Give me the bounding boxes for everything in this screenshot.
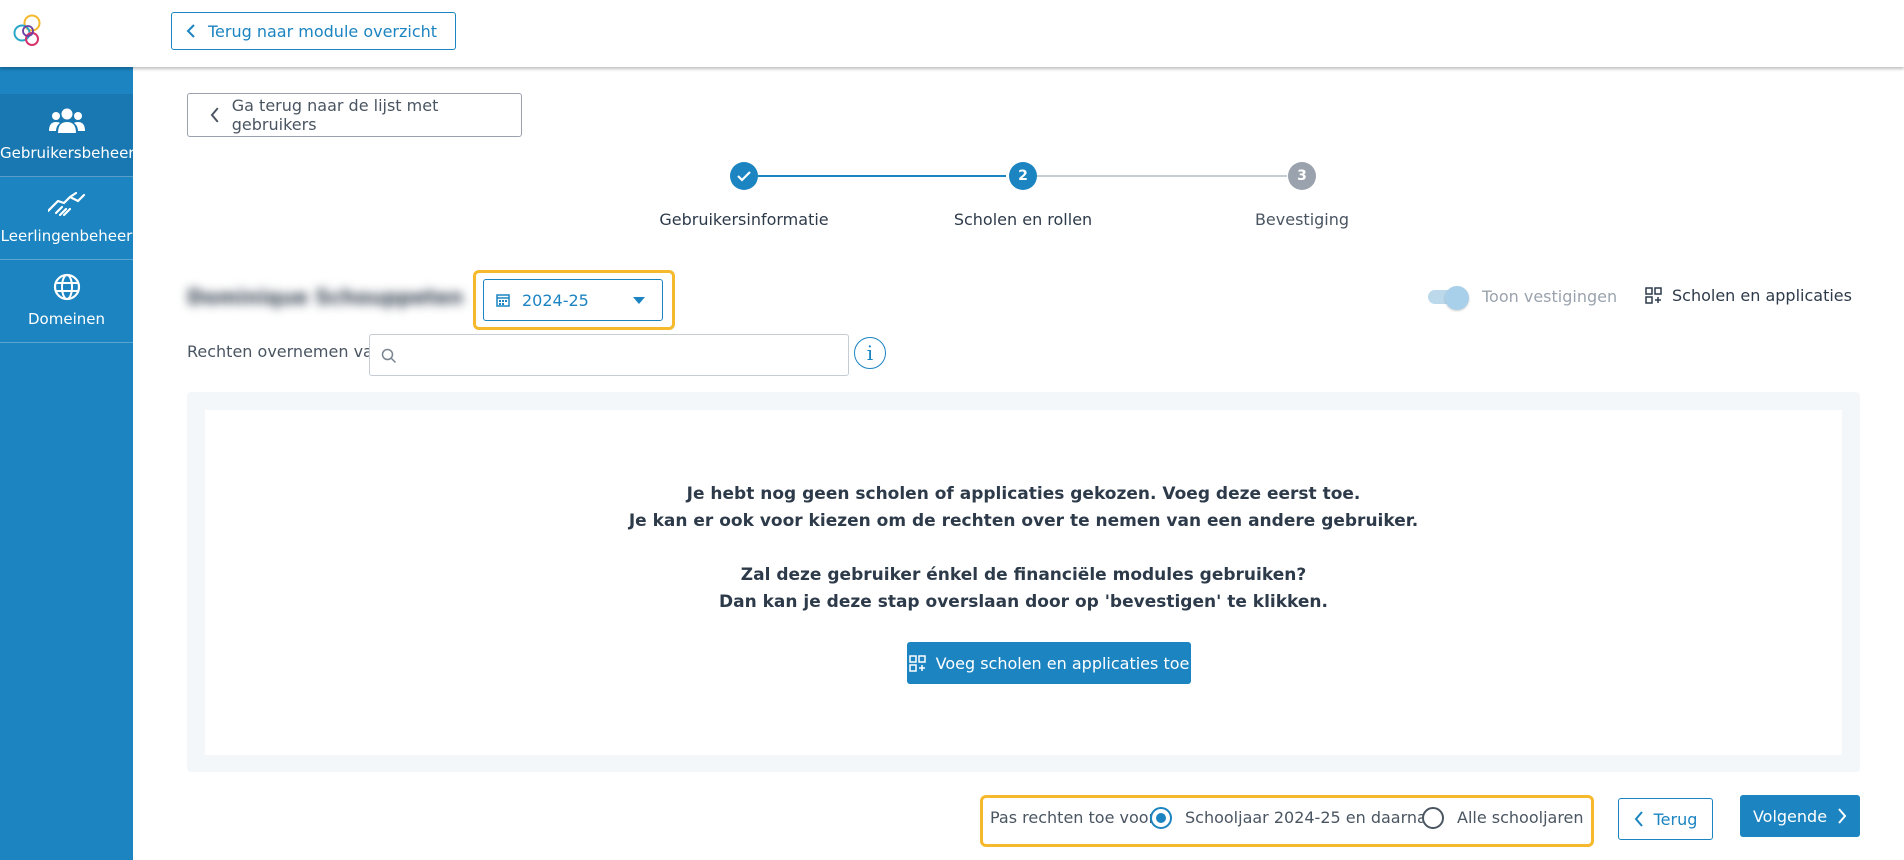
app-logo[interactable]	[10, 13, 46, 49]
step-1-indicator	[730, 162, 758, 190]
apply-rights-label: Pas rechten toe voor	[990, 808, 1156, 827]
schools-apps-link-label: Scholen en applicaties	[1672, 286, 1852, 305]
empty-message-line-3: Zal deze gebruiker énkel de financiële m…	[740, 565, 1307, 585]
step-connector-pending	[1037, 175, 1287, 177]
rights-from-search-input[interactable]	[406, 335, 836, 375]
chevron-right-icon	[1838, 808, 1847, 824]
chevron-left-icon	[1634, 811, 1643, 827]
add-schools-apps-label: Voeg scholen en applicaties toe	[935, 653, 1190, 673]
empty-message-line-1: Je hebt nog geen scholen of applicaties …	[686, 484, 1361, 504]
step-3-label: Bevestiging	[1254, 210, 1350, 229]
rights-from-search[interactable]	[369, 334, 849, 376]
step-2-label: Scholen en rollen	[953, 210, 1093, 229]
check-icon	[737, 171, 751, 182]
radio-current-year-label[interactable]: Schooljaar 2024-25 en daarna	[1185, 808, 1427, 827]
step-connector-done	[758, 175, 1006, 177]
back-to-module-button[interactable]: Terug naar module overzicht	[171, 12, 457, 50]
sidebar: Gebruikersbeheer Leerlingenbeheer Domein…	[0, 67, 135, 860]
chevron-left-icon	[186, 24, 195, 38]
show-branches-toggle[interactable]	[1428, 286, 1470, 310]
sidebar-item-leerlingenbeheer[interactable]: Leerlingenbeheer	[0, 177, 133, 260]
sidebar-item-label: Gebruikersbeheer	[0, 144, 135, 162]
info-button[interactable]: i	[854, 337, 886, 369]
handshake-icon	[47, 191, 85, 217]
sidebar-item-label: Domeinen	[28, 310, 105, 328]
search-icon	[381, 348, 397, 364]
caret-down-icon	[633, 297, 645, 304]
schools-apps-link[interactable]: Scholen en applicaties	[1645, 286, 1852, 305]
back-button-label: Terug	[1653, 809, 1698, 829]
grid-add-icon	[908, 654, 926, 672]
chevron-left-icon	[210, 107, 219, 123]
next-button-label: Volgende	[1752, 806, 1828, 826]
info-icon: i	[866, 341, 874, 365]
grid-add-icon	[1645, 287, 1662, 304]
sidebar-item-gebruikersbeheer[interactable]: Gebruikersbeheer	[0, 94, 135, 177]
back-to-user-list-label: Ga terug naar de lijst met gebruikers	[231, 96, 439, 134]
radio-all-years-label[interactable]: Alle schooljaren	[1457, 808, 1584, 827]
back-to-module-label: Terug naar module overzicht	[208, 21, 438, 41]
radio-current-year[interactable]	[1150, 807, 1172, 829]
sidebar-item-label: Leerlingenbeheer	[0, 227, 133, 245]
empty-message-line-2: Je kan er ook voor kiezen om de rechten …	[628, 511, 1419, 531]
back-button[interactable]: Terug	[1618, 798, 1713, 840]
toggle-knob	[1445, 286, 1469, 310]
step-1-label: Gebruikersinformatie	[659, 210, 829, 229]
radio-all-years[interactable]	[1422, 807, 1444, 829]
step-2-indicator: 2	[1009, 162, 1037, 190]
empty-message-line-4: Dan kan je deze stap overslaan door op '…	[719, 592, 1328, 612]
users-icon	[48, 108, 85, 133]
school-year-value: 2024-25	[522, 290, 589, 310]
user-name: Dominique Schouppeten	[187, 285, 464, 309]
calendar-icon	[496, 294, 510, 307]
top-bar: Terug naar module overzicht	[0, 0, 1904, 67]
sidebar-item-domeinen[interactable]: Domeinen	[0, 260, 133, 343]
next-button[interactable]: Volgende	[1740, 795, 1860, 837]
back-to-user-list-button[interactable]: Ga terug naar de lijst met gebruikers	[187, 93, 522, 137]
add-schools-apps-button[interactable]: Voeg scholen en applicaties toe	[907, 642, 1191, 684]
step-3-indicator: 3	[1288, 162, 1316, 190]
globe-icon	[53, 273, 80, 301]
rights-from-label: Rechten overnemen van	[187, 342, 383, 361]
school-year-select[interactable]: 2024-25	[483, 279, 663, 321]
show-branches-label: Toon vestigingen	[1482, 287, 1618, 306]
